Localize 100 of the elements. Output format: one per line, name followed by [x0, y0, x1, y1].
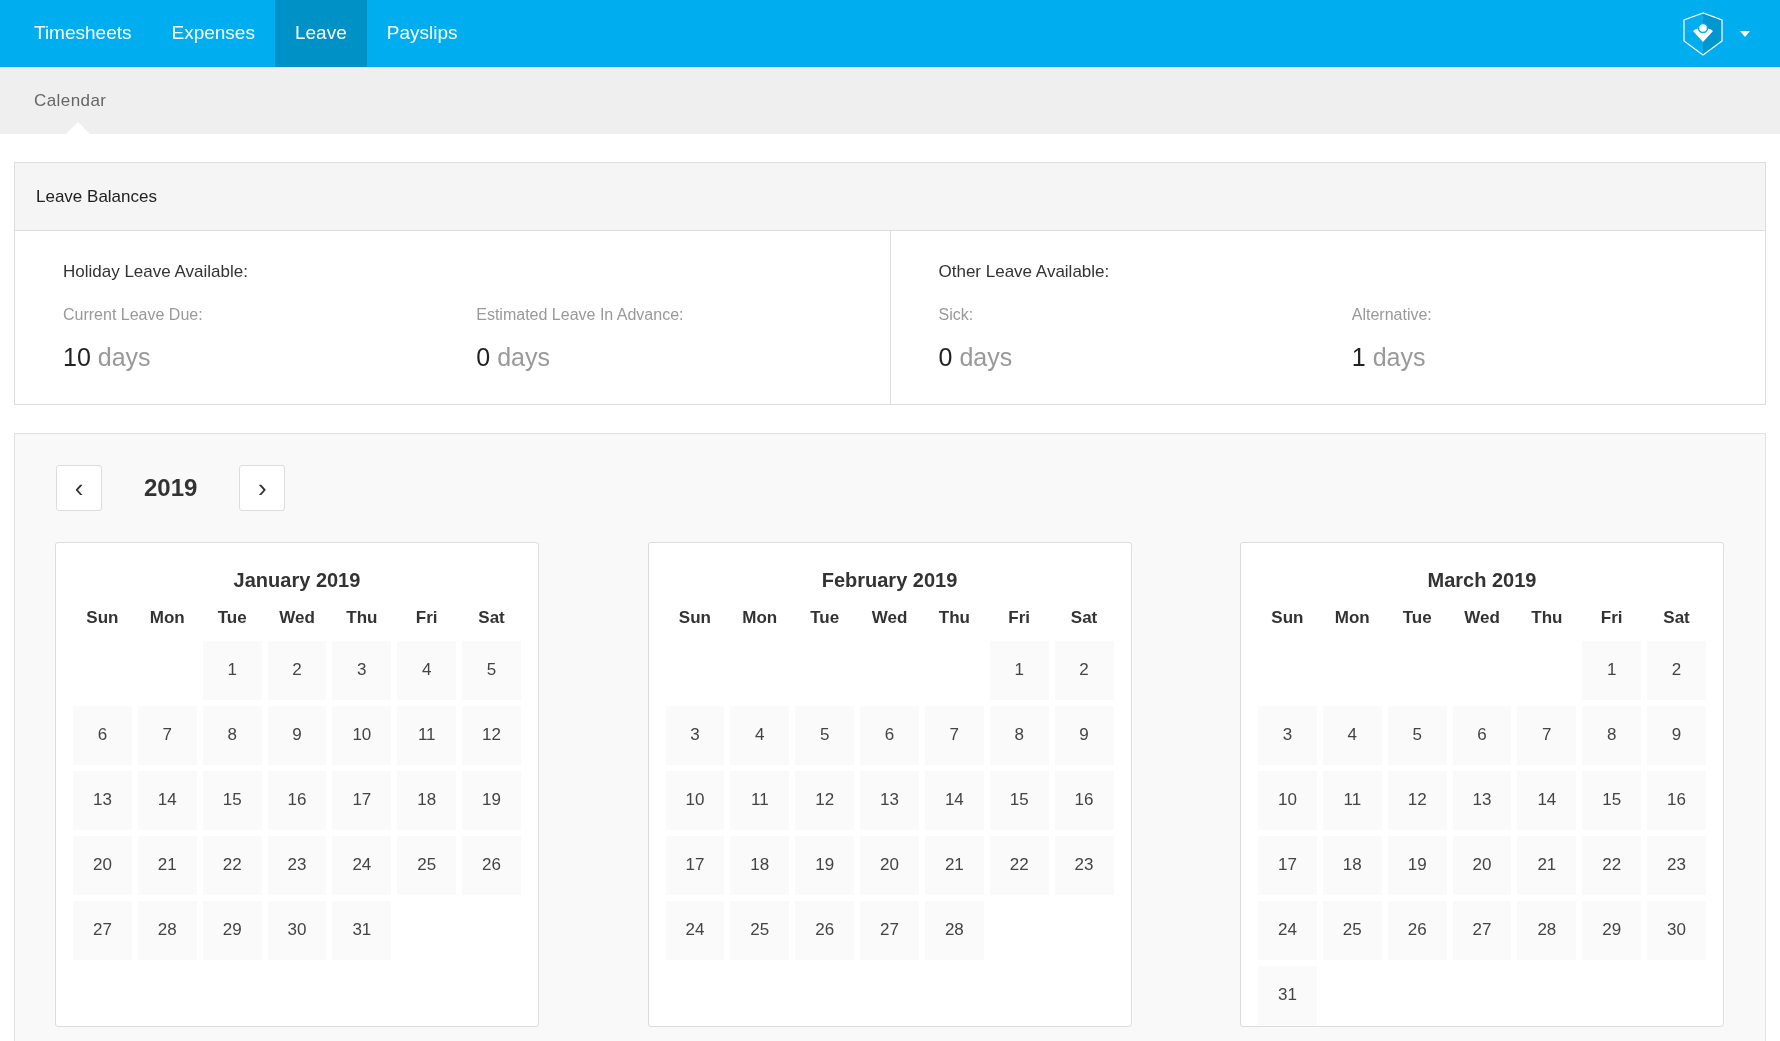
- day-cell[interactable]: 5: [1387, 705, 1447, 765]
- next-year-button[interactable]: ›: [239, 465, 286, 511]
- day-cell[interactable]: 26: [1387, 900, 1447, 960]
- day-cell[interactable]: 17: [665, 835, 725, 895]
- day-cell[interactable]: 1: [202, 640, 262, 700]
- day-cell[interactable]: 11: [1322, 770, 1382, 830]
- balance-unit: days: [959, 341, 1013, 373]
- day-cell[interactable]: 19: [1387, 835, 1447, 895]
- day-cell[interactable]: 29: [202, 900, 262, 960]
- day-cell[interactable]: 26: [462, 835, 521, 895]
- day-cell[interactable]: 30: [267, 900, 327, 960]
- day-cell[interactable]: 20: [73, 835, 132, 895]
- day-cell[interactable]: 14: [137, 770, 197, 830]
- weekday-header: Wed: [278, 607, 316, 629]
- day-cell[interactable]: 9: [267, 705, 327, 765]
- day-cell[interactable]: 25: [730, 900, 790, 960]
- day-cell[interactable]: 12: [795, 770, 855, 830]
- day-cell[interactable]: 16: [267, 770, 327, 830]
- day-cell[interactable]: 9: [1647, 705, 1706, 765]
- day-cell[interactable]: 13: [1452, 770, 1512, 830]
- nav-tab[interactable]: Leave: [274, 0, 367, 67]
- day-cell[interactable]: 11: [730, 770, 790, 830]
- day-cell[interactable]: 9: [1054, 705, 1114, 765]
- day-cell[interactable]: 16: [1054, 770, 1114, 830]
- day-cell[interactable]: 25: [1322, 900, 1382, 960]
- day-cell[interactable]: 3: [332, 640, 392, 700]
- day-cell[interactable]: 1: [1582, 640, 1642, 700]
- day-cell[interactable]: 30: [1647, 900, 1706, 960]
- day-cell[interactable]: 28: [1517, 900, 1577, 960]
- day-cell[interactable]: 5: [795, 705, 855, 765]
- day-cell[interactable]: 27: [1452, 900, 1512, 960]
- day-cell[interactable]: 3: [1258, 705, 1317, 765]
- day-cell[interactable]: 18: [397, 770, 457, 830]
- day-cell[interactable]: 6: [73, 705, 132, 765]
- day-cell[interactable]: 24: [332, 835, 392, 895]
- day-cell[interactable]: 21: [137, 835, 197, 895]
- day-cell[interactable]: 15: [202, 770, 262, 830]
- day-cell[interactable]: 24: [1258, 900, 1317, 960]
- day-cell[interactable]: 2: [1054, 640, 1114, 700]
- day-cell[interactable]: 19: [462, 770, 521, 830]
- day-cell[interactable]: 16: [1647, 770, 1706, 830]
- day-cell[interactable]: 29: [1582, 900, 1642, 960]
- day-cell[interactable]: 8: [1582, 705, 1642, 765]
- day-cell[interactable]: 2: [267, 640, 327, 700]
- day-cell[interactable]: 8: [202, 705, 262, 765]
- balance-value: 1: [1351, 341, 1366, 373]
- day-cell[interactable]: 22: [1582, 835, 1642, 895]
- day-cell[interactable]: 28: [924, 900, 984, 960]
- day-cell[interactable]: 23: [1054, 835, 1114, 895]
- day-cell[interactable]: 4: [730, 705, 790, 765]
- day-cell[interactable]: 22: [989, 835, 1049, 895]
- day-cell[interactable]: 4: [1322, 705, 1382, 765]
- day-cell[interactable]: 18: [730, 835, 790, 895]
- day-cell[interactable]: 7: [924, 705, 984, 765]
- day-cell[interactable]: 21: [1517, 835, 1577, 895]
- day-cell[interactable]: 24: [665, 900, 725, 960]
- day-cell[interactable]: 1: [989, 640, 1049, 700]
- day-cell[interactable]: 21: [924, 835, 984, 895]
- day-cell[interactable]: 28: [137, 900, 197, 960]
- day-cell[interactable]: 20: [1452, 835, 1512, 895]
- day-cell[interactable]: 19: [795, 835, 855, 895]
- day-cell[interactable]: 26: [795, 900, 855, 960]
- day-cell[interactable]: 31: [1258, 965, 1317, 1025]
- dropdown-caret-icon[interactable]: [1740, 30, 1750, 37]
- day-cell[interactable]: 23: [1647, 835, 1706, 895]
- day-cell[interactable]: 22: [202, 835, 262, 895]
- day-cell[interactable]: 17: [332, 770, 392, 830]
- day-cell[interactable]: 10: [665, 770, 725, 830]
- day-cell[interactable]: 6: [860, 705, 919, 765]
- day-cell[interactable]: 13: [860, 770, 919, 830]
- day-cell[interactable]: 7: [137, 705, 197, 765]
- day-cell[interactable]: 12: [1387, 770, 1447, 830]
- day-cell[interactable]: 10: [1258, 770, 1317, 830]
- day-cell[interactable]: 10: [332, 705, 392, 765]
- day-cell[interactable]: 2: [1647, 640, 1706, 700]
- day-cell[interactable]: 8: [989, 705, 1049, 765]
- previous-year-button[interactable]: ‹: [56, 465, 102, 511]
- day-cell[interactable]: 23: [267, 835, 327, 895]
- day-cell[interactable]: 14: [924, 770, 984, 830]
- day-cell[interactable]: 6: [1452, 705, 1512, 765]
- day-cell[interactable]: 27: [860, 900, 919, 960]
- day-cell[interactable]: 31: [332, 900, 392, 960]
- subnav-tab[interactable]: Calendar: [14, 67, 127, 134]
- day-cell[interactable]: 11: [397, 705, 457, 765]
- day-cell[interactable]: 13: [73, 770, 132, 830]
- day-cell[interactable]: 4: [397, 640, 457, 700]
- day-cell[interactable]: 12: [462, 705, 521, 765]
- day-cell[interactable]: 5: [462, 640, 521, 700]
- weekday-header: Wed: [1463, 607, 1501, 629]
- day-cell[interactable]: 15: [989, 770, 1049, 830]
- day-cell[interactable]: 3: [665, 705, 725, 765]
- day-cell[interactable]: 14: [1517, 770, 1577, 830]
- day-cell[interactable]: 17: [1258, 835, 1317, 895]
- day-cell[interactable]: 18: [1322, 835, 1382, 895]
- day-cell[interactable]: 7: [1517, 705, 1577, 765]
- day-cell[interactable]: 27: [73, 900, 132, 960]
- day-cell[interactable]: 15: [1582, 770, 1642, 830]
- day-cell[interactable]: 25: [397, 835, 457, 895]
- balance-value: 0: [938, 341, 953, 373]
- day-cell[interactable]: 20: [860, 835, 919, 895]
